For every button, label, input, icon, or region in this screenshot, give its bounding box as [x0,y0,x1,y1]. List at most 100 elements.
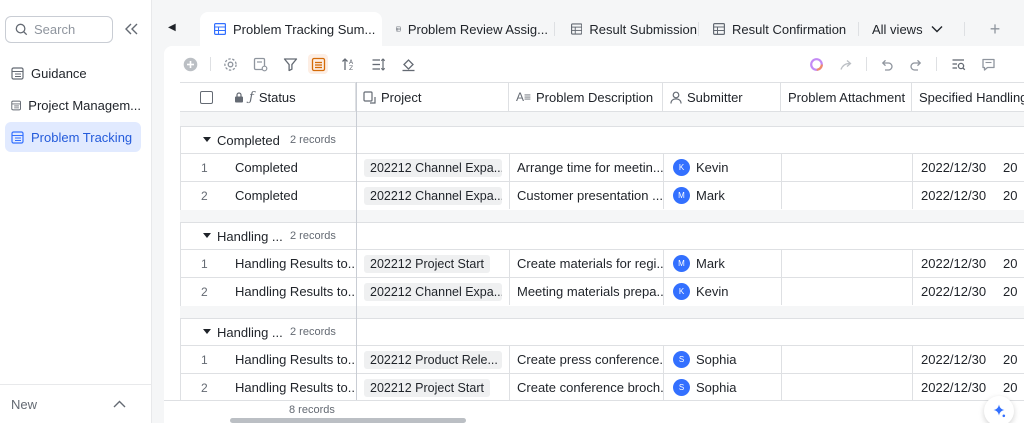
all-views-dropdown[interactable]: All views [872,12,943,46]
description-cell[interactable]: Create materials for regi... [510,250,664,277]
date-cell[interactable]: 2022/12/30 [913,250,997,277]
attachment-cell[interactable] [782,154,913,181]
description-cell[interactable]: Create conference broch... [510,374,664,400]
overflow-cell[interactable]: 20 [1003,346,1024,373]
group-header[interactable]: Handling ... 2 records [181,223,1024,250]
column-header-problem-attachment[interactable]: Problem Attachment [781,83,912,111]
column-header-problem-description[interactable]: A≡ Problem Description [509,83,663,111]
status-cell[interactable]: Handling Results to... [227,278,357,305]
expand-new-button[interactable] [111,396,127,412]
tab-problem-tracking-summary[interactable]: Problem Tracking Sum... [200,12,382,46]
share-button[interactable] [836,54,856,74]
description-cell[interactable]: Customer presentation ... [510,182,664,209]
caret-left-icon[interactable]: ◀ [168,22,176,33]
settings-button[interactable] [220,54,240,74]
date-cell[interactable]: 2022/12/30 [913,154,997,181]
tab-result-confirmation[interactable]: Result Confirmation [699,12,849,46]
sidebar-item-guidance[interactable]: Guidance [5,58,141,88]
date-cell[interactable]: 2022/12/30 [913,346,997,373]
sort-button[interactable]: AZ [338,54,358,74]
frozen-column-divider[interactable] [356,82,357,400]
submitter-cell[interactable]: K Kevin [664,154,782,181]
project-cell[interactable]: 202212 Channel Expa... [357,182,510,209]
submitter-cell[interactable]: M Mark [664,250,782,277]
group-record-count: 2 records [290,134,336,146]
add-record-button[interactable] [180,54,200,74]
fill-color-button[interactable] [398,54,418,74]
date-cell[interactable]: 2022/12/30 [913,278,997,305]
sidebar-item-label: Problem Tracking [31,129,133,145]
description-cell[interactable]: Arrange time for meetin... [510,154,664,181]
ai-assistant-button[interactable] [806,54,826,74]
status-cell[interactable]: Handling Results to... [227,250,357,277]
column-header-submitter[interactable]: Submitter [663,83,781,111]
project-cell[interactable]: 202212 Project Start [357,250,510,277]
description-cell[interactable]: Create press conference... [510,346,664,373]
undo-button[interactable] [876,54,896,74]
table-row[interactable]: 1 Completed 202212 Channel Expa... Arran… [181,154,1024,182]
caret-down-icon[interactable] [203,329,211,334]
status-cell[interactable]: Completed [227,182,357,209]
overflow-cell[interactable]: 20 [1003,250,1024,277]
collapse-sidebar-button[interactable] [123,20,141,38]
status-cell[interactable]: Handling Results to... [227,374,357,400]
attachment-cell[interactable] [782,278,913,305]
select-all-checkbox[interactable] [180,83,226,111]
description-cell[interactable]: Meeting materials prepa... [510,278,664,305]
overflow-cell[interactable]: 20 [1003,154,1024,181]
submitter-cell[interactable]: S Sophia [664,346,782,373]
status-cell[interactable]: Completed [227,154,357,181]
group-by-button[interactable] [308,54,328,74]
search-records-button[interactable] [948,54,968,74]
tab-problem-review-assignment[interactable]: Problem Review Assig... [382,12,548,46]
redo-button[interactable] [906,54,926,74]
record-group: Handling ... 2 records 1 Handling Result… [180,318,1024,400]
table-row[interactable]: 2 Completed 202212 Channel Expa... Custo… [181,182,1024,210]
project-cell[interactable]: 202212 Product Rele... [357,346,510,373]
submitter-cell[interactable]: K Kevin [664,278,782,305]
table-row[interactable]: 2 Handling Results to... 202212 Project … [181,374,1024,400]
project-cell[interactable]: 202212 Project Start [357,374,510,400]
avatar: M [673,187,690,204]
status-cell[interactable]: Handling Results to... [227,346,357,373]
table-row[interactable]: 2 Handling Results to... 202212 Channel … [181,278,1024,306]
horizontal-scrollbar[interactable] [230,418,466,423]
column-header-status[interactable]: ƒ Status [226,83,356,111]
attachment-cell[interactable] [782,374,913,400]
attachment-cell[interactable] [782,346,913,373]
plus-icon: + [989,18,1001,39]
overflow-cell[interactable]: 20 [1003,374,1024,400]
sidebar-item-project-management[interactable]: Project Managem... [5,90,141,120]
column-header-specified-handling[interactable]: Specified Handling [912,83,1024,111]
project-cell[interactable]: 202212 Channel Expa... [357,278,510,305]
group-header[interactable]: Handling ... 2 records [181,319,1024,346]
filter-button[interactable] [280,54,300,74]
overflow-cell[interactable]: 20 [1003,182,1024,209]
row-height-button[interactable] [368,54,388,74]
table-row[interactable]: 1 Handling Results to... 202212 Project … [181,250,1024,278]
date-cell[interactable]: 2022/12/30 [913,374,997,400]
sidebar-item-problem-tracking[interactable]: Problem Tracking [5,122,141,152]
attachment-cell[interactable] [782,250,913,277]
submitter-cell[interactable]: M Mark [664,182,782,209]
tab-divider [554,22,555,36]
search-input[interactable]: Search [5,16,113,43]
date-cell[interactable]: 2022/12/30 [913,182,997,209]
attachment-cell[interactable] [782,182,913,209]
grid-footer: 8 records [164,400,1024,423]
caret-down-icon[interactable] [203,137,211,142]
submitter-cell[interactable]: S Sophia [664,374,782,400]
column-header-project[interactable]: Project [356,83,509,111]
toolbar-divider [210,57,211,71]
field-config-button[interactable] [250,54,270,74]
ai-sparkle-button[interactable] [984,396,1014,423]
table-row[interactable]: 1 Handling Results to... 202212 Product … [181,346,1024,374]
caret-down-icon[interactable] [203,233,211,238]
overflow-cell[interactable]: 20 [1003,278,1024,305]
tab-result-submission[interactable]: Result Submission [557,12,697,46]
new-button[interactable]: New [11,397,37,412]
comments-button[interactable] [978,54,998,74]
project-cell[interactable]: 202212 Channel Expa... [357,154,510,181]
add-view-button[interactable]: + [984,18,1006,40]
group-header[interactable]: Completed 2 records [181,127,1024,154]
